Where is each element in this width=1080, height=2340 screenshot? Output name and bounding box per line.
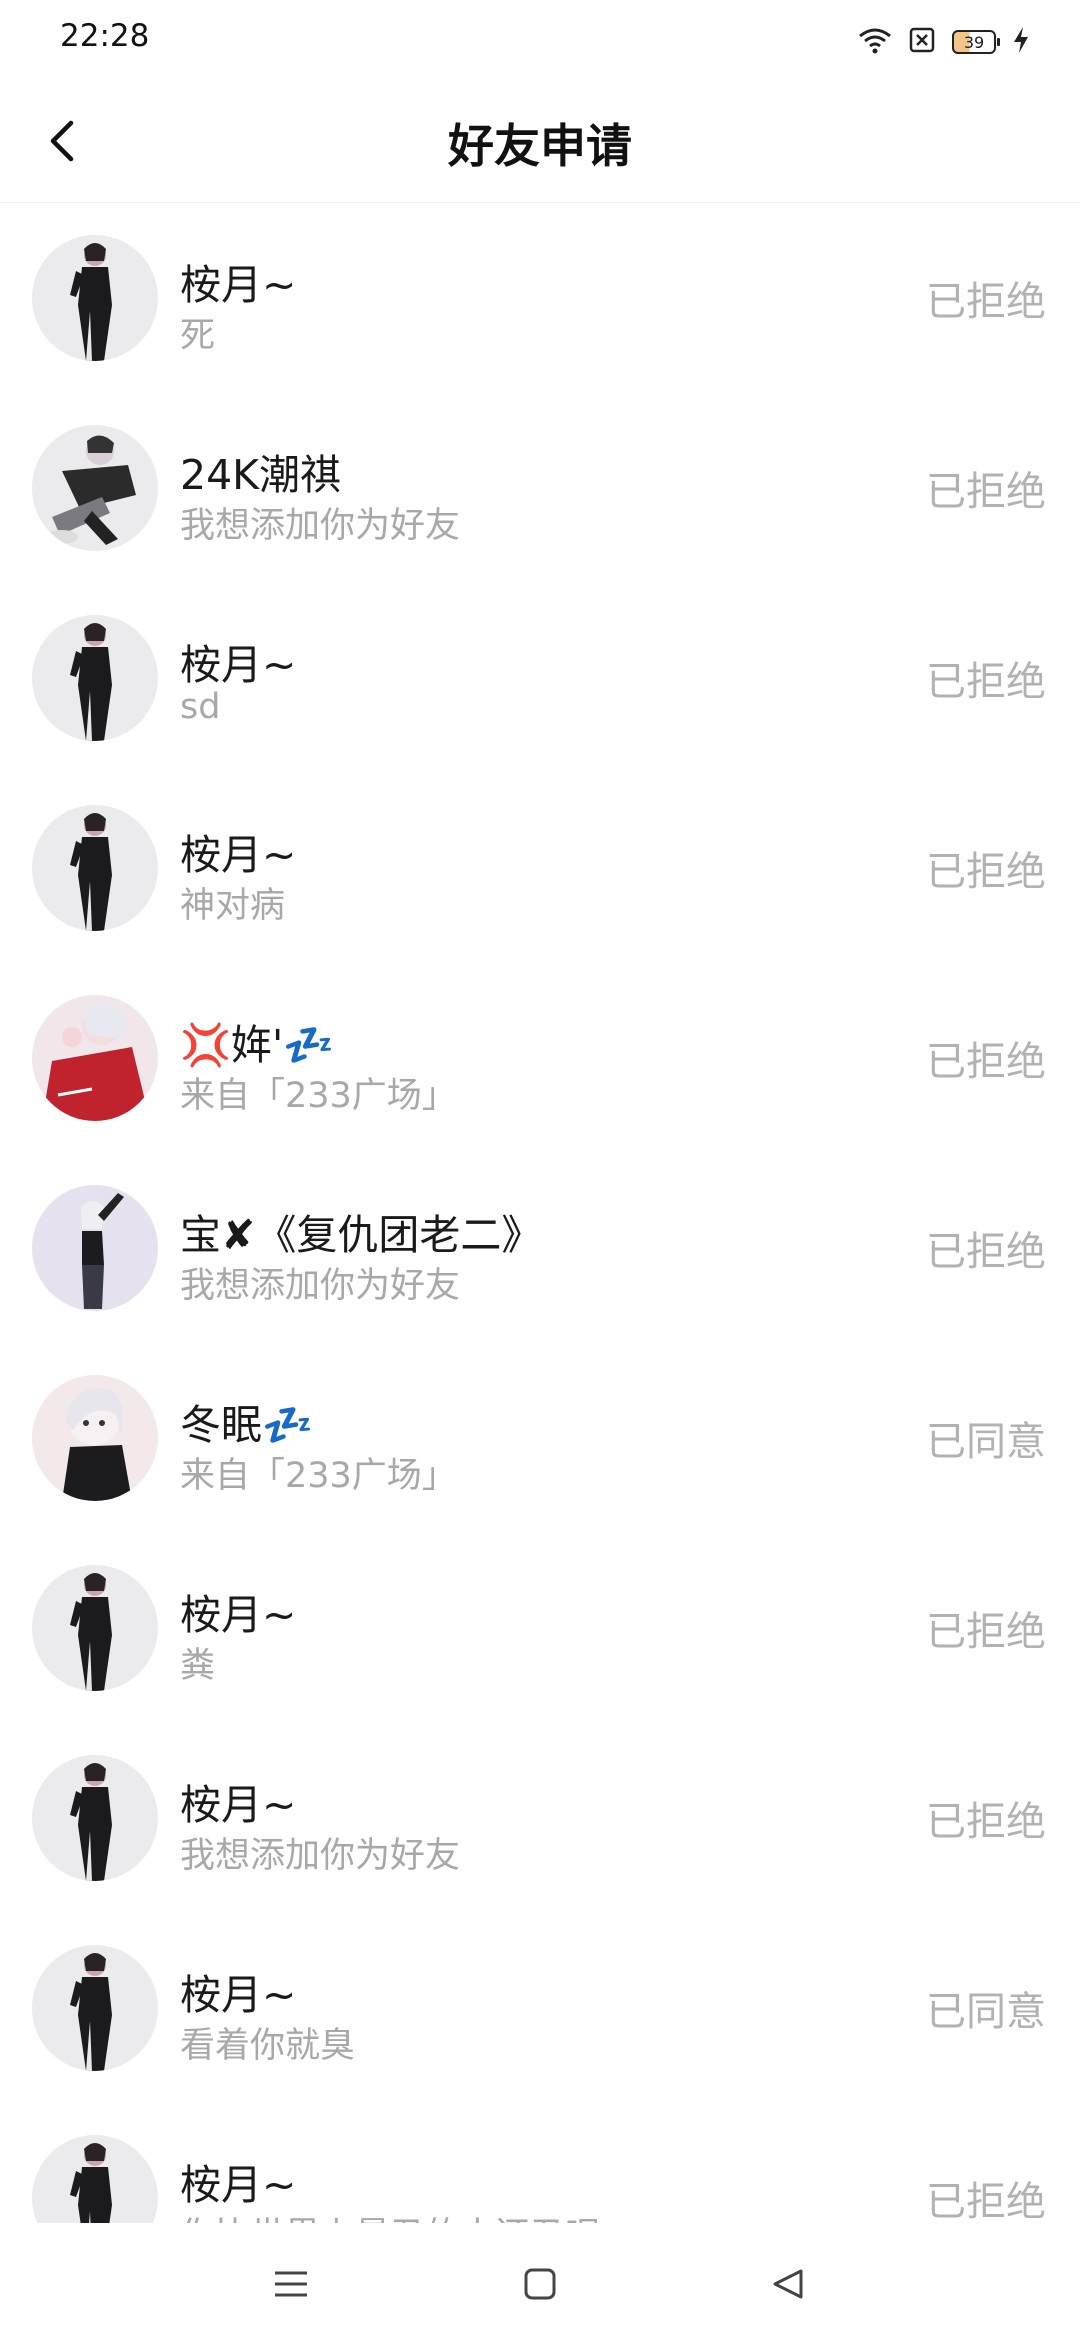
lightning-icon — [1012, 26, 1030, 58]
triangle-back-icon — [773, 2269, 803, 2299]
avatar-image — [70, 1573, 112, 1691]
request-message: 你比世界上最丑的人还丑呢 — [180, 2207, 600, 2223]
list-item[interactable]: 24K潮祺 我想添加你为好友 已拒绝 — [0, 393, 1080, 583]
list-item[interactable]: 桉月~ 我想添加你为好友 已拒绝 — [0, 1723, 1080, 1913]
requester-name: 冬眠💤 — [180, 1401, 314, 1449]
avatar-image — [42, 1003, 150, 1121]
requester-name: 宝✘《复仇团老二》 — [180, 1211, 543, 1259]
avatar[interactable] — [32, 1185, 158, 1311]
avatar-image — [70, 1953, 112, 2071]
nav-back-button[interactable] — [763, 2259, 813, 2309]
avatar[interactable] — [32, 425, 158, 551]
requester-name: 桉月~ — [180, 2161, 297, 2209]
request-message: 我想添加你为好友 — [180, 1266, 461, 1306]
list-item[interactable]: 💢姩'💤 来自「233广场」 已拒绝 — [0, 963, 1080, 1153]
requester-name: 💢姩'💤 — [180, 1021, 335, 1069]
request-message: 看着你就臭 — [180, 2026, 356, 2066]
avatar-image — [70, 243, 112, 361]
request-status: 已拒绝 — [926, 849, 1046, 895]
square-icon — [524, 2268, 556, 2300]
list-item[interactable]: 冬眠💤 来自「233广场」 已同意 — [0, 1343, 1080, 1533]
request-message: 来自「233广场」 — [180, 1076, 457, 1116]
avatar[interactable] — [32, 1375, 158, 1501]
battery-icon: 39 — [952, 30, 1000, 54]
avatar[interactable] — [32, 995, 158, 1121]
avatar[interactable] — [32, 1565, 158, 1691]
list-item[interactable]: 桉月~ sd 已拒绝 — [0, 583, 1080, 773]
requester-name: 桉月~ — [180, 641, 297, 689]
requester-name: 桉月~ — [180, 1781, 297, 1829]
request-status: 已拒绝 — [926, 469, 1046, 515]
list-item[interactable]: 宝✘《复仇团老二》 我想添加你为好友 已拒绝 — [0, 1153, 1080, 1343]
request-message: 来自「233广场」 — [180, 1456, 457, 1496]
friend-request-list: 桉月~ 死 已拒绝 24K潮祺 我想添加你为好友 已拒绝 桉月~ sd 已拒绝 … — [0, 203, 1080, 2223]
battery-level: 39 — [963, 32, 985, 52]
status-time: 22:28 — [60, 18, 150, 54]
system-nav-bar — [0, 2223, 1080, 2340]
page-title: 好友申请 — [448, 119, 632, 173]
avatar-image — [70, 2143, 112, 2223]
request-message: 我想添加你为好友 — [180, 506, 461, 546]
request-status: 已同意 — [926, 1989, 1046, 2035]
request-message: 死 — [180, 316, 216, 356]
list-item[interactable]: 桉月~ 粪 已拒绝 — [0, 1533, 1080, 1723]
request-status: 已拒绝 — [926, 1229, 1046, 1275]
avatar[interactable] — [32, 615, 158, 741]
avatar-image — [62, 1388, 132, 1501]
avatar-image — [70, 1763, 112, 1881]
request-message: 粪 — [180, 1646, 216, 1686]
request-status: 已拒绝 — [926, 2179, 1046, 2223]
request-status: 已拒绝 — [926, 1039, 1046, 1085]
avatar[interactable] — [32, 2135, 158, 2223]
request-status: 已同意 — [926, 1419, 1046, 1465]
request-status: 已拒绝 — [926, 279, 1046, 325]
app-bar: 好友申请 — [0, 80, 1080, 203]
avatar[interactable] — [32, 235, 158, 361]
avatar-image — [70, 623, 112, 741]
avatar[interactable] — [32, 1755, 158, 1881]
request-message: 我想添加你为好友 — [180, 1836, 461, 1876]
no-sim-icon — [908, 26, 936, 58]
nav-menu-button[interactable] — [266, 2259, 316, 2309]
status-icons: 39 — [858, 22, 1030, 62]
requester-name: 桉月~ — [180, 1971, 297, 2019]
status-bar: 22:28 39 — [0, 0, 1080, 80]
nav-home-button[interactable] — [515, 2259, 565, 2309]
requester-name: 24K潮祺 — [180, 451, 342, 499]
request-message: sd — [180, 687, 221, 727]
menu-icon — [275, 2271, 307, 2297]
request-status: 已拒绝 — [926, 1799, 1046, 1845]
requester-name: 桉月~ — [180, 261, 297, 309]
avatar[interactable] — [32, 1945, 158, 2071]
avatar-image — [70, 813, 112, 931]
list-item[interactable]: 桉月~ 神对病 已拒绝 — [0, 773, 1080, 963]
requester-name: 桉月~ — [180, 831, 297, 879]
request-status: 已拒绝 — [926, 1609, 1046, 1655]
avatar-image — [46, 435, 136, 545]
avatar-image — [81, 1193, 124, 1309]
list-item[interactable]: 桉月~ 看着你就臭 已同意 — [0, 1913, 1080, 2103]
request-message: 神对病 — [180, 886, 286, 926]
avatar[interactable] — [32, 805, 158, 931]
wifi-icon — [858, 26, 892, 58]
requester-name: 桉月~ — [180, 1591, 297, 1639]
list-item[interactable]: 桉月~ 你比世界上最丑的人还丑呢 已拒绝 — [0, 2103, 1080, 2223]
request-status: 已拒绝 — [926, 659, 1046, 705]
list-item[interactable]: 桉月~ 死 已拒绝 — [0, 203, 1080, 393]
